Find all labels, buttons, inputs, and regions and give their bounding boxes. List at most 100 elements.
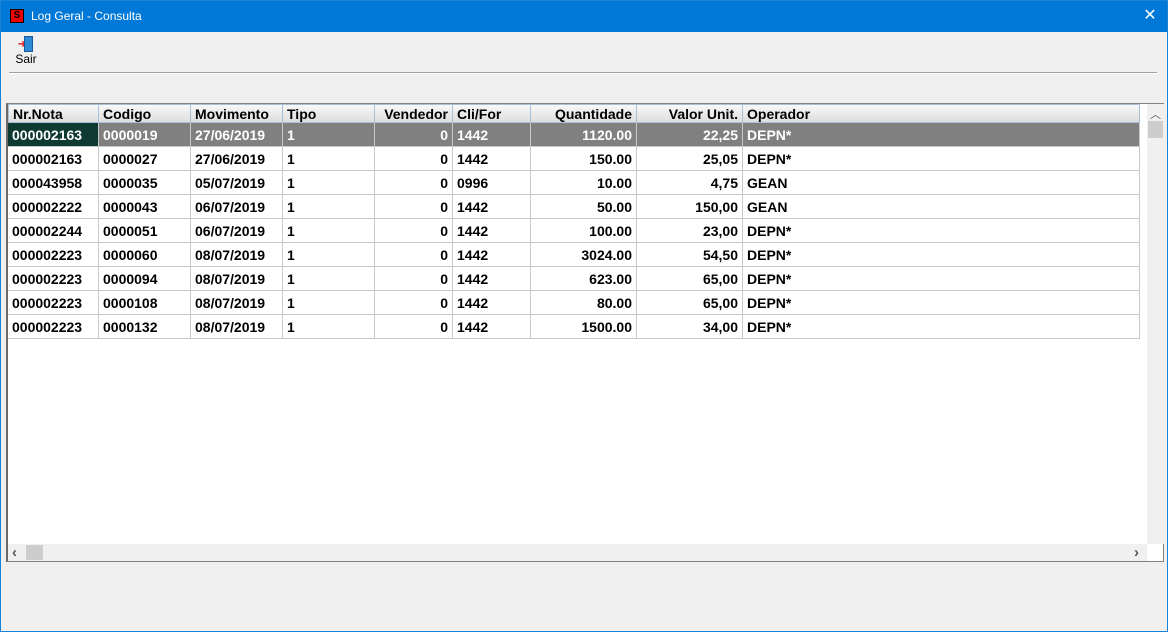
column-header[interactable]: Nr.Nota [8, 104, 99, 123]
table-row[interactable]: 000002223 0000132 08/07/2019 1 0 1442 1500.00 3… [8, 315, 1140, 339]
table-cell[interactable]: 000002223 [8, 243, 99, 267]
table-cell[interactable]: 1442 [453, 315, 531, 339]
table-cell[interactable]: 623.00 [531, 267, 637, 291]
table-cell[interactable]: 1 [283, 267, 375, 291]
table-cell[interactable]: 0 [375, 195, 453, 219]
table-cell[interactable]: 27/06/2019 [191, 147, 283, 171]
table-row[interactable]: 000002223 0000060 08/07/2019 1 0 1442 3024.00 5… [8, 243, 1140, 267]
table-cell[interactable]: 80.00 [531, 291, 637, 315]
table-cell[interactable]: 0000094 [99, 267, 191, 291]
table-cell[interactable]: 0 [375, 147, 453, 171]
table-cell[interactable]: 65,00 [637, 267, 743, 291]
table-cell[interactable]: 25,05 [637, 147, 743, 171]
log-grid[interactable]: Nr.Nota Codigo Movimento Tipo Vendedor Cli/Fo… [6, 103, 1164, 562]
column-header[interactable]: Cli/For [453, 104, 531, 123]
table-cell[interactable]: 150,00 [637, 195, 743, 219]
table-cell[interactable]: 0 [375, 171, 453, 195]
table-cell[interactable]: 08/07/2019 [191, 243, 283, 267]
scroll-left-icon[interactable]: ‹ [12, 544, 17, 561]
table-cell[interactable]: 50.00 [531, 195, 637, 219]
table-cell[interactable]: 22,25 [637, 123, 743, 147]
column-header[interactable]: Vendedor [375, 104, 453, 123]
table-cell[interactable]: 100.00 [531, 219, 637, 243]
table-cell[interactable]: 0000019 [99, 123, 191, 147]
vertical-scroll-thumb[interactable] [1148, 121, 1163, 138]
table-cell[interactable]: 0000027 [99, 147, 191, 171]
table-cell[interactable]: 0 [375, 291, 453, 315]
table-row[interactable]: 000002244 0000051 06/07/2019 1 0 1442 100.00 23… [8, 219, 1140, 243]
table-cell[interactable]: 1 [283, 171, 375, 195]
table-cell[interactable]: 1120.00 [531, 123, 637, 147]
table-cell[interactable]: 000002163 [8, 147, 99, 171]
table-cell[interactable]: 06/07/2019 [191, 219, 283, 243]
table-cell[interactable]: 0996 [453, 171, 531, 195]
column-header[interactable]: Valor Unit. [637, 104, 743, 123]
table-cell[interactable]: 1 [283, 195, 375, 219]
table-cell[interactable]: DEPN* [743, 243, 1140, 267]
table-cell[interactable]: 1442 [453, 195, 531, 219]
table-cell[interactable]: 0000132 [99, 315, 191, 339]
table-cell[interactable]: 0000035 [99, 171, 191, 195]
column-header[interactable]: Quantidade [531, 104, 637, 123]
table-row[interactable]: 000002163 0000027 27/06/2019 1 0 1442 150.00 25… [8, 147, 1140, 171]
table-cell[interactable]: 0000043 [99, 195, 191, 219]
table-cell[interactable]: GEAN [743, 171, 1140, 195]
table-cell[interactable]: 000002163 [8, 123, 99, 147]
table-cell[interactable]: 0 [375, 123, 453, 147]
table-cell[interactable]: 0000108 [99, 291, 191, 315]
table-cell[interactable]: 1 [283, 123, 375, 147]
table-cell[interactable]: 34,00 [637, 315, 743, 339]
table-cell[interactable]: 1442 [453, 291, 531, 315]
table-cell[interactable]: 0 [375, 315, 453, 339]
close-button[interactable]: ✕ [1139, 5, 1161, 27]
table-cell[interactable]: DEPN* [743, 315, 1140, 339]
vertical-scrollbar[interactable]: ︿ [1147, 104, 1164, 544]
table-cell[interactable]: 1 [283, 315, 375, 339]
table-cell[interactable]: 0 [375, 267, 453, 291]
table-cell[interactable]: 0000060 [99, 243, 191, 267]
table-cell[interactable]: 23,00 [637, 219, 743, 243]
table-cell[interactable]: 1 [283, 147, 375, 171]
table-cell[interactable]: 0 [375, 243, 453, 267]
table-cell[interactable]: DEPN* [743, 219, 1140, 243]
table-cell[interactable]: 1442 [453, 219, 531, 243]
horizontal-scrollbar[interactable]: ‹ › [8, 544, 1147, 561]
table-cell[interactable]: DEPN* [743, 123, 1140, 147]
table-cell[interactable]: 000002223 [8, 291, 99, 315]
table-cell[interactable]: 27/06/2019 [191, 123, 283, 147]
table-cell[interactable]: 0000051 [99, 219, 191, 243]
table-cell[interactable]: 1 [283, 219, 375, 243]
table-cell[interactable]: 54,50 [637, 243, 743, 267]
table-cell[interactable]: 1 [283, 243, 375, 267]
table-cell[interactable]: 000002223 [8, 267, 99, 291]
table-cell[interactable]: 08/07/2019 [191, 267, 283, 291]
table-cell[interactable]: GEAN [743, 195, 1140, 219]
column-header[interactable]: Operador [743, 104, 1140, 123]
table-cell[interactable]: 1442 [453, 147, 531, 171]
table-cell[interactable]: 05/07/2019 [191, 171, 283, 195]
horizontal-scroll-thumb[interactable] [26, 545, 43, 560]
table-cell[interactable]: 1442 [453, 243, 531, 267]
table-row[interactable]: 000002223 0000108 08/07/2019 1 0 1442 80.00 65,… [8, 291, 1140, 315]
table-cell[interactable]: 000002244 [8, 219, 99, 243]
column-header[interactable]: Movimento [191, 104, 283, 123]
table-row[interactable]: 000002222 0000043 06/07/2019 1 0 1442 50.00 150… [8, 195, 1140, 219]
table-row[interactable]: 000043958 0000035 05/07/2019 1 0 0996 10.00 4,7… [8, 171, 1140, 195]
table-cell[interactable]: 1500.00 [531, 315, 637, 339]
table-cell[interactable]: 4,75 [637, 171, 743, 195]
table-cell[interactable]: 150.00 [531, 147, 637, 171]
column-header[interactable]: Codigo [99, 104, 191, 123]
table-cell[interactable]: 1442 [453, 267, 531, 291]
exit-button[interactable]: ➔ Sair [9, 34, 43, 68]
table-cell[interactable]: 08/07/2019 [191, 291, 283, 315]
table-cell[interactable]: 10.00 [531, 171, 637, 195]
table-cell[interactable]: 000002222 [8, 195, 99, 219]
scroll-up-icon[interactable]: ︿ [1150, 106, 1161, 122]
table-row[interactable]: 000002223 0000094 08/07/2019 1 0 1442 623.00 65… [8, 267, 1140, 291]
table-row[interactable]: 000002163 0000019 27/06/2019 1 0 1442 1120.00 2… [8, 123, 1140, 147]
table-cell[interactable]: 65,00 [637, 291, 743, 315]
table-cell[interactable]: DEPN* [743, 267, 1140, 291]
table-cell[interactable]: 0 [375, 219, 453, 243]
table-cell[interactable]: 000043958 [8, 171, 99, 195]
table-cell[interactable]: 1442 [453, 123, 531, 147]
